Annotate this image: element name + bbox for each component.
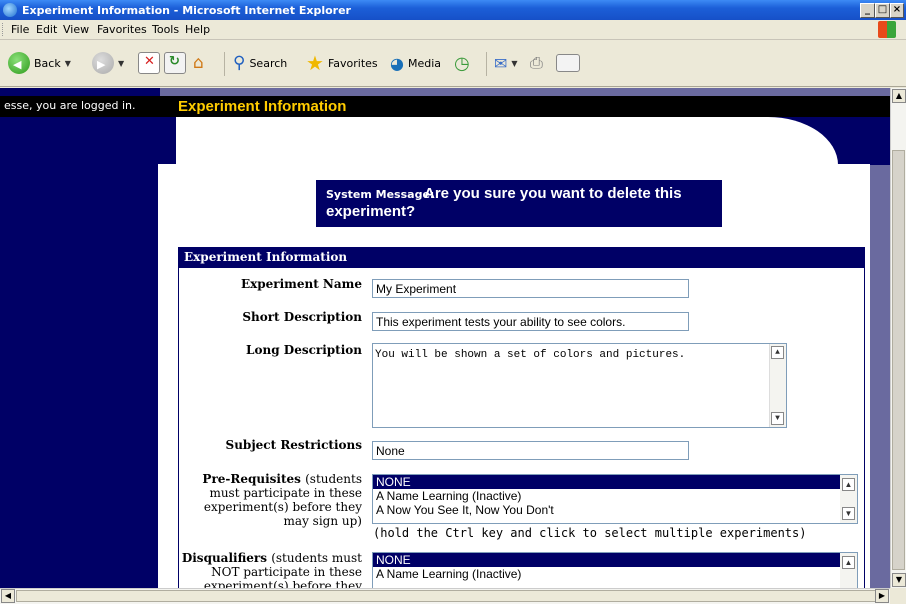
- scroll-up-icon[interactable]: ▲: [771, 346, 784, 359]
- close-button[interactable]: ×: [890, 3, 904, 18]
- forward-arrow-icon: ▶: [92, 52, 114, 74]
- list-option[interactable]: NONE: [373, 475, 857, 489]
- search-icon: ⚲: [233, 53, 246, 73]
- media-label: Media: [407, 56, 442, 70]
- history-button[interactable]: ◷: [454, 50, 470, 76]
- long-description-label: Long Description: [246, 343, 362, 357]
- listbox-scrollbar[interactable]: ▲ ▼: [840, 475, 857, 523]
- listbox-scrollbar[interactable]: ▲: [840, 553, 857, 588]
- star-icon: ★: [306, 51, 324, 75]
- back-button[interactable]: ◀ Back ▼: [8, 50, 71, 76]
- toolbar-separator: [224, 52, 225, 76]
- prerequisites-label: Pre-Requisites (students must participat…: [182, 472, 362, 528]
- system-message: System Message: Are you sure you want to…: [316, 180, 722, 227]
- menu-file[interactable]: File: [11, 23, 29, 36]
- system-message-text: Are you sure you want to delete this exp…: [326, 185, 682, 220]
- favorites-label: Favorites: [327, 56, 378, 70]
- scroll-thumb[interactable]: [892, 150, 905, 570]
- scroll-thumb[interactable]: [16, 590, 878, 602]
- mail-icon: ✉: [494, 53, 508, 73]
- menu-bar: File Edit View Favorites Tools Help: [0, 20, 906, 40]
- scroll-down-icon[interactable]: ▼: [842, 507, 855, 520]
- textarea-scrollbar[interactable]: ▲ ▼: [769, 344, 786, 427]
- back-label: Back: [34, 56, 61, 70]
- prerequisites-title: Pre-Requisites: [202, 472, 301, 486]
- scroll-up-icon[interactable]: ▲: [892, 89, 906, 103]
- vertical-scrollbar[interactable]: ▲ ▼: [890, 88, 906, 588]
- page-title: Experiment Information: [178, 98, 347, 115]
- scroll-up-icon[interactable]: ▲: [842, 478, 855, 491]
- stop-button[interactable]: ✕: [138, 50, 160, 76]
- left-sidebar: [0, 88, 160, 588]
- ie-icon: [3, 3, 17, 17]
- stop-icon: ✕: [138, 52, 160, 74]
- subject-restrictions-label: Subject Restrictions: [225, 438, 362, 452]
- logged-in-text: esse, you are logged in.: [4, 99, 136, 112]
- mail-button[interactable]: ✉ ▼: [494, 50, 518, 76]
- list-option[interactable]: A Now You See It, Now You Don't: [373, 503, 857, 517]
- long-description-text: You will be shown a set of colors and pi…: [375, 349, 686, 361]
- search-button[interactable]: ⚲ Search: [233, 50, 287, 76]
- scroll-down-icon[interactable]: ▼: [771, 412, 784, 425]
- section-header: Experiment Information: [178, 247, 864, 268]
- disqualifiers-listbox[interactable]: NONE A Name Learning (Inactive) ▲: [372, 552, 858, 588]
- menu-help[interactable]: Help: [185, 23, 210, 36]
- menu-grip: [2, 23, 6, 36]
- disqualifiers-title: Disqualifiers: [181, 551, 268, 565]
- section-title: Experiment Information: [184, 250, 348, 264]
- scroll-corner: [890, 588, 906, 603]
- ctrl-hint: (hold the Ctrl key and click to select m…: [373, 526, 807, 540]
- history-icon: ◷: [454, 52, 470, 74]
- horizontal-scrollbar[interactable]: ◀ ▶: [0, 588, 890, 604]
- print-icon: ⎙: [530, 53, 543, 72]
- menu-favorites[interactable]: Favorites: [97, 23, 147, 36]
- toolbar: ◀ Back ▼ ▶ ▼ ✕ ↻ ⌂ ⚲ Search ★ Favorites …: [0, 40, 906, 87]
- edit-page-icon: [556, 54, 580, 72]
- title-bar: Experiment Information - Microsoft Inter…: [0, 0, 906, 20]
- media-icon: ◕: [390, 53, 404, 73]
- scroll-left-icon[interactable]: ◀: [1, 589, 15, 603]
- menu-tools[interactable]: Tools: [152, 23, 179, 36]
- minimize-button[interactable]: _: [860, 3, 875, 18]
- experiment-name-label: Experiment Name: [240, 277, 362, 291]
- favorites-button[interactable]: ★ Favorites: [306, 50, 378, 76]
- experiment-name-input[interactable]: My Experiment: [372, 279, 689, 298]
- windows-logo-icon: [878, 21, 896, 38]
- disqualifiers-label: Disqualifiers (students must NOT partici…: [180, 551, 362, 588]
- refresh-button[interactable]: ↻: [164, 50, 186, 76]
- refresh-icon: ↻: [164, 52, 186, 74]
- short-description-label: Short Description: [242, 310, 362, 324]
- maximize-button[interactable]: □: [875, 3, 890, 18]
- forward-button[interactable]: ▶ ▼: [92, 50, 124, 76]
- long-description-textarea[interactable]: You will be shown a set of colors and pi…: [372, 343, 787, 428]
- menu-edit[interactable]: Edit: [36, 23, 57, 36]
- media-button[interactable]: ◕ Media: [390, 50, 441, 76]
- scroll-right-icon[interactable]: ▶: [875, 589, 889, 603]
- dropdown-arrow-icon: ▼: [511, 58, 518, 68]
- window-title: Experiment Information - Microsoft Inter…: [22, 4, 351, 17]
- dropdown-arrow-icon: ▼: [118, 58, 125, 68]
- short-description-input[interactable]: This experiment tests your ability to se…: [372, 312, 689, 331]
- list-option[interactable]: A Name Learning (Inactive): [373, 489, 857, 503]
- home-button[interactable]: ⌂: [192, 50, 212, 76]
- scroll-up-icon[interactable]: ▲: [842, 556, 855, 569]
- list-option[interactable]: NONE: [373, 553, 857, 567]
- search-label: Search: [249, 56, 288, 70]
- scroll-down-icon[interactable]: ▼: [892, 573, 906, 587]
- print-button[interactable]: ⎙: [530, 50, 543, 76]
- edit-button[interactable]: [556, 50, 580, 76]
- back-arrow-icon: ◀: [8, 52, 30, 74]
- menu-view[interactable]: View: [63, 23, 89, 36]
- toolbar-separator: [486, 52, 487, 76]
- dropdown-arrow-icon: ▼: [64, 58, 71, 68]
- prerequisites-listbox[interactable]: NONE A Name Learning (Inactive) A Now Yo…: [372, 474, 858, 524]
- home-icon: ⌂: [193, 53, 204, 73]
- list-option[interactable]: A Name Learning (Inactive): [373, 567, 857, 581]
- subject-restrictions-input[interactable]: None: [372, 441, 689, 460]
